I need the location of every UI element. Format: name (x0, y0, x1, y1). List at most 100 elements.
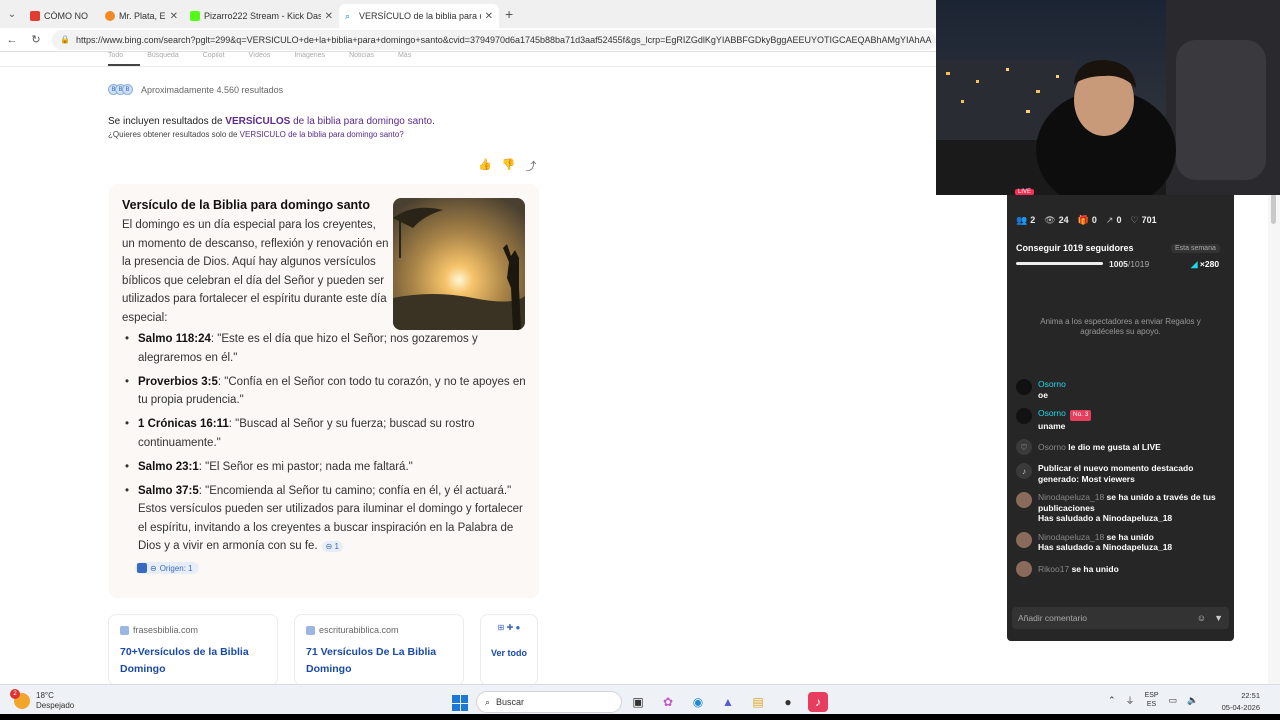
avatar[interactable] (1016, 379, 1032, 395)
notification-badge: 2 (10, 689, 20, 699)
new-tab-button[interactable]: + (505, 6, 513, 22)
tab-actions-icon[interactable]: ⌄ (0, 9, 24, 20)
source-card[interactable]: escriturabiblica.com 71 Versículos De La… (294, 614, 464, 684)
source-cards: frasesbiblia.com 70+Versículos de la Bib… (108, 614, 538, 684)
origin-label: Origen: 1 (159, 563, 193, 573)
weather-widget[interactable]: 2 18°C Despejado (10, 689, 74, 711)
scope-search[interactable]: Búsqueda (147, 52, 179, 66)
filter-icon[interactable]: ▼ (1214, 613, 1223, 623)
taskbar-clock[interactable]: 22:51 05-04-2026 (1212, 690, 1260, 714)
chat-text: le dio me gusta al LIVE (1068, 442, 1161, 452)
language-indicator[interactable]: ESP ES (1145, 691, 1159, 709)
citation-badge[interactable]: ⊖ 1 (321, 541, 343, 552)
thumbs-down-icon[interactable]: 👎 (502, 158, 516, 174)
goal-count: 1005/1019 (1109, 259, 1149, 269)
gift-encourage-text: Anima a los espectadores a enviar Regalo… (1040, 317, 1201, 336)
file-explorer-icon[interactable]: ▤ (748, 692, 768, 712)
verse-ref: Salmo 118:24 (138, 333, 211, 345)
see-all-card[interactable]: ⊞ ✚ ● Ver todo (480, 614, 538, 684)
goal-title: Conseguir 1019 seguidores (1016, 243, 1134, 253)
rocket-icon: ◢ (1191, 259, 1198, 269)
tab-2[interactable]: Mr. Plata, El Ar ✕ (99, 4, 184, 28)
gifts-stat: 🎁 0 (1078, 215, 1097, 226)
chat-user[interactable]: Osorno (1038, 379, 1066, 389)
mic-icon[interactable]: ⏚ (1126, 694, 1135, 707)
verse-ref: Proverbios 3:5 (138, 375, 218, 388)
obs-icon[interactable]: ● (778, 692, 798, 712)
comment-input[interactable]: Añadir comentario ☺ ▼ (1012, 607, 1229, 629)
tab-4-active[interactable]: ⌕ VERSÍCULO de la biblia para domin ✕ (339, 4, 499, 28)
sunrise-image[interactable] (393, 198, 525, 330)
refresh-icon[interactable]: ↻ (24, 33, 48, 46)
emoji-icon[interactable]: ☺ (1197, 613, 1206, 623)
answer-title: Versículo de la Biblia para domingo sant… (122, 198, 370, 212)
chat-user[interactable]: Rikoo17 (1038, 564, 1069, 574)
chat-message: Osorno No. 3 uname (1016, 408, 1226, 431)
corrected-query-link[interactable]: VERSÍCULOS de la biblia para domingo san… (225, 116, 435, 127)
tab-1[interactable]: CÓMO NO (24, 4, 99, 28)
back-icon[interactable]: ← (0, 34, 24, 46)
chat-user[interactable]: Osorno (1038, 442, 1066, 452)
task-view-icon[interactable]: ▣ (628, 692, 648, 712)
windows-start-icon[interactable] (452, 695, 468, 711)
scope-more[interactable]: Más (398, 52, 411, 66)
avatar[interactable] (1016, 531, 1032, 548)
network-icon[interactable]: ▭ (1169, 695, 1178, 706)
card-title[interactable]: 70+Versículos de la Biblia Domingo (120, 644, 266, 678)
chat-text: uname (1038, 420, 1066, 431)
teams-icon[interactable]: ▲ (718, 692, 738, 712)
see-all-label[interactable]: Ver todo (489, 648, 529, 658)
card-title[interactable]: 71 Versículos De La Biblia Domingo (306, 644, 452, 678)
close-icon[interactable]: ✕ (325, 11, 333, 22)
likes-stat: ♡ 701 (1130, 215, 1156, 226)
verse-list: Salmo 118:24: "Este es el día que hizo e… (122, 330, 527, 561)
tab-title: Pizarro222 Stream - Kick Dashboar (204, 11, 321, 21)
scrollbar-thumb[interactable] (1271, 194, 1276, 224)
lang-top: ESP (1144, 692, 1159, 699)
avatar[interactable] (1016, 492, 1032, 508)
taskbar-apps: ▣ ✿ ◉ ▲ ▤ ● ♪ (628, 692, 828, 712)
chat-message: ♪ Publicar el nuevo momento destacado ge… (1016, 463, 1226, 484)
chat-text[interactable]: Publicar el nuevo momento destacado gene… (1038, 463, 1193, 484)
comment-placeholder: Añadir comentario (1018, 613, 1087, 623)
close-icon[interactable]: ✕ (485, 11, 493, 22)
thumbs-up-icon[interactable]: 👍 (478, 158, 492, 174)
taskbar-search-label: Buscar (496, 697, 525, 707)
chat-user[interactable]: Ninodapeluza_18 (1038, 492, 1104, 502)
scope-copilot[interactable]: Copilot (203, 52, 225, 66)
chat-user[interactable]: Ninodapeluza_18 (1038, 532, 1104, 542)
likes-count: 701 (1141, 215, 1157, 225)
flame-icon (105, 11, 115, 21)
list-item: Salmo 118:24: "Este es el día que hizo e… (122, 330, 527, 367)
verse-ref: Salmo 23:1 (138, 460, 199, 473)
card-source: escriturabiblica.com (319, 625, 399, 635)
scope-videos[interactable]: Vídeos (249, 52, 271, 66)
card-source: frasesbiblia.com (133, 625, 199, 635)
lang-bottom: ES (1146, 701, 1157, 708)
avatar[interactable] (1016, 560, 1032, 577)
chevron-up-icon[interactable]: ⌃ (1108, 695, 1116, 706)
url-field[interactable]: 🔒 https://www.bing.com/search?pglt=299&q… (52, 29, 936, 50)
origin-button[interactable]: ⊖ Origen: 1 (135, 562, 199, 574)
share-icon[interactable]: ⤴ (525, 158, 536, 174)
edge-icon[interactable]: ◉ (688, 692, 708, 712)
kick-icon (190, 11, 200, 21)
close-icon[interactable]: ✕ (170, 11, 178, 22)
url-text: https://www.bing.com/search?pglt=299&q=V… (75, 34, 932, 45)
tiktok-icon: ♪ (1016, 463, 1032, 479)
chat-user[interactable]: Osorno (1038, 408, 1066, 418)
system-tray: ⌃ ⏚ ESP ES ▭ 🔈 (1108, 691, 1198, 709)
tab-title: Mr. Plata, El Ar (119, 11, 166, 21)
tiktok-studio-icon[interactable]: ♪ (808, 692, 828, 712)
original-query-link[interactable]: VERSICULO de la biblia para domingo sant… (240, 130, 404, 139)
volume-icon[interactable]: 🔈 (1187, 695, 1198, 706)
shares-stat: ↗ 0 (1106, 215, 1122, 226)
scope-images[interactable]: Imágenes (294, 52, 325, 66)
copilot-icon[interactable]: ✿ (658, 692, 678, 712)
avatar[interactable] (1016, 408, 1032, 424)
browser-tab-bar: ⌄ CÓMO NO Mr. Plata, El Ar ✕ Pizarro222 … (0, 0, 936, 28)
source-card[interactable]: frasesbiblia.com 70+Versículos de la Bib… (108, 614, 278, 684)
scope-news[interactable]: Noticias (349, 52, 374, 66)
tab-3[interactable]: Pizarro222 Stream - Kick Dashboar ✕ (184, 4, 339, 28)
taskbar-search[interactable]: ⌕ Buscar (476, 691, 622, 713)
